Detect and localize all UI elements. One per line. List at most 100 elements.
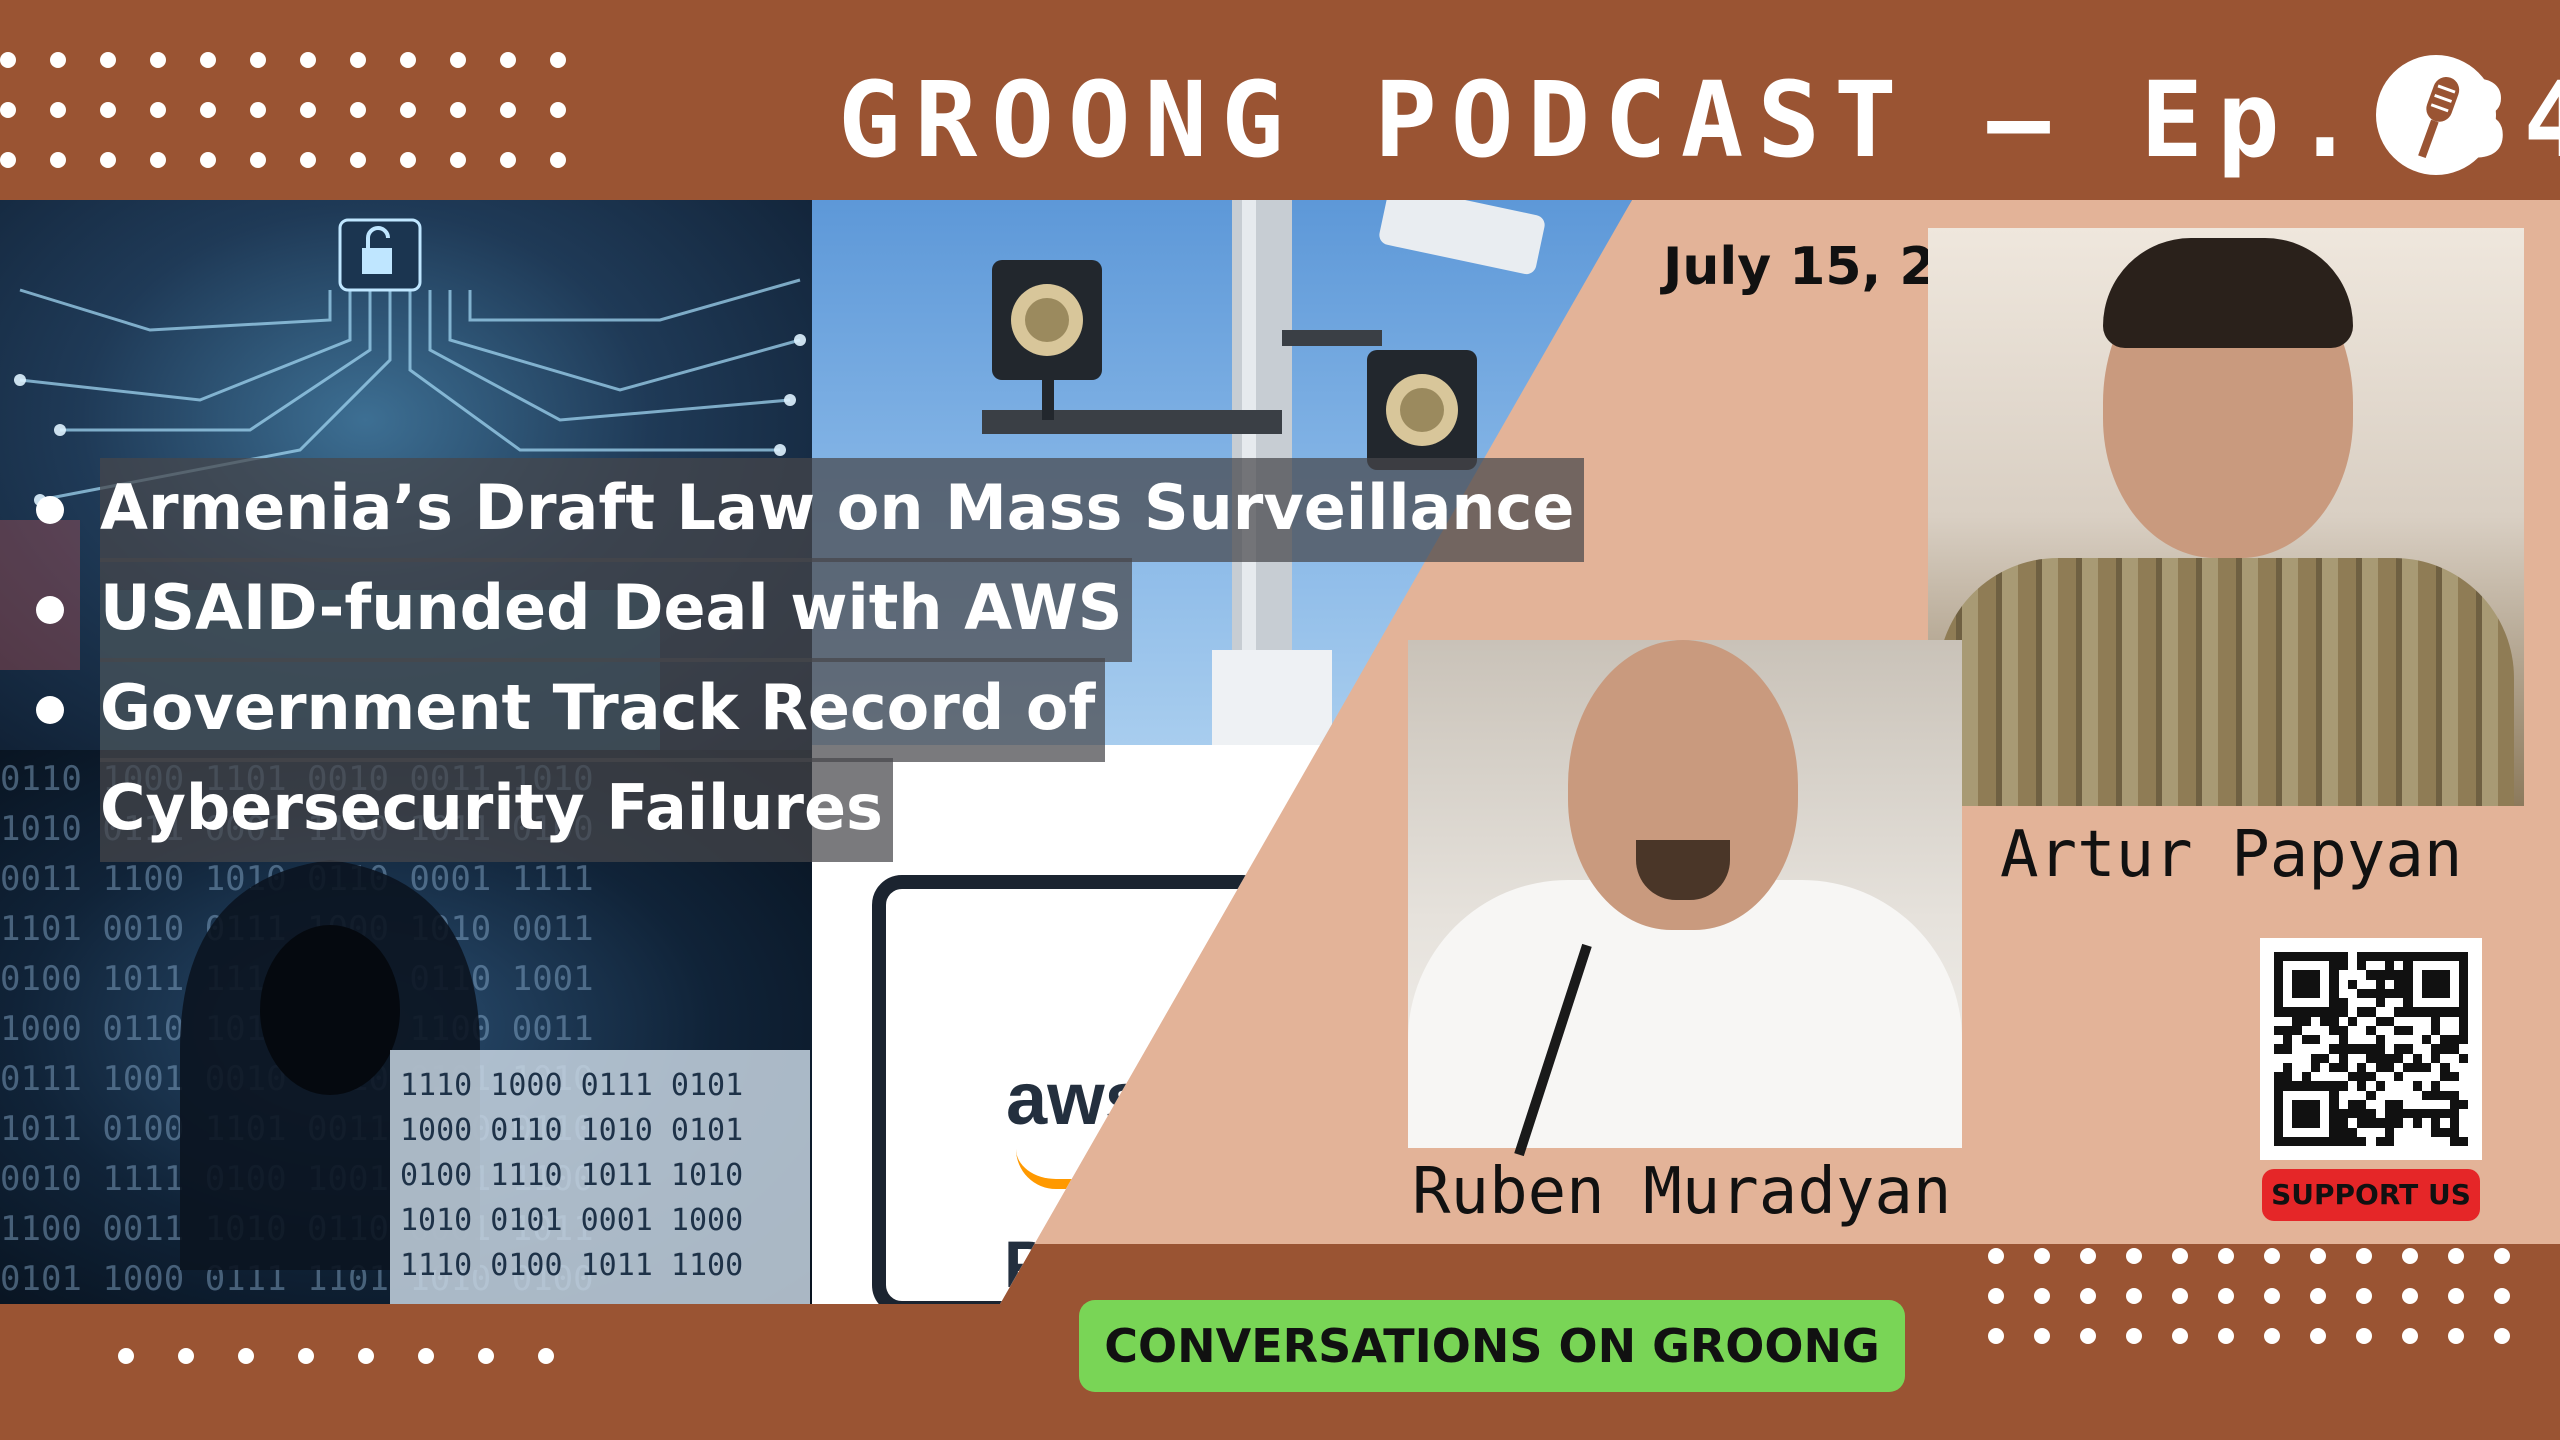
- qr-module: [2412, 1109, 2422, 1119]
- qr-module: [2283, 952, 2293, 962]
- qr-module: [2384, 1081, 2395, 1091]
- qr-module: [2292, 1035, 2302, 1045]
- qr-module: [2310, 961, 2321, 971]
- dot: [1988, 1288, 2004, 1304]
- qr-module: [2310, 1109, 2321, 1119]
- qr-module: [2310, 1016, 2321, 1026]
- qr-module: [2301, 1007, 2311, 1017]
- qr-module: [2274, 1109, 2284, 1119]
- qr-module: [2347, 1072, 2358, 1082]
- qr-module: [2320, 1118, 2330, 1128]
- qr-module: [2329, 1035, 2339, 1045]
- qr-module: [2375, 961, 2385, 971]
- qr-module: [2449, 1025, 2459, 1036]
- qr-code-modules: [2274, 952, 2468, 1146]
- qr-module: [2449, 1072, 2459, 1082]
- qr-module: [2283, 979, 2293, 989]
- qr-module: [2458, 1090, 2468, 1100]
- svg-text:1110 1000 0111 0101: 1110 1000 0111 0101: [400, 1068, 743, 1103]
- qr-module: [2320, 1044, 2330, 1054]
- qr-module: [2347, 1136, 2358, 1146]
- qr-module: [2338, 1062, 2348, 1073]
- qr-module: [2292, 1025, 2302, 1036]
- qr-module: [2329, 1016, 2339, 1026]
- qr-module: [2403, 1109, 2413, 1119]
- qr-module: [2357, 1035, 2367, 1045]
- qr-module: [2283, 1025, 2293, 1036]
- guest-name-ruben: Ruben Muradyan: [1412, 1155, 1952, 1229]
- qr-module: [2375, 998, 2385, 1008]
- qr-module: [2357, 988, 2367, 999]
- qr-module: [2431, 1090, 2441, 1100]
- qr-module: [2347, 1044, 2358, 1054]
- qr-module: [2431, 1099, 2441, 1110]
- qr-module: [2421, 1099, 2432, 1110]
- qr-module: [2375, 952, 2385, 962]
- qr-module: [2394, 1099, 2404, 1110]
- qr-module: [2403, 1007, 2413, 1017]
- qr-module: [2384, 1118, 2395, 1128]
- qr-module: [2458, 1099, 2468, 1110]
- qr-module: [2274, 1044, 2284, 1054]
- qr-module: [2347, 1099, 2358, 1110]
- dot: [450, 102, 466, 118]
- qr-module: [2394, 1090, 2404, 1100]
- qr-module: [2338, 1118, 2348, 1128]
- qr-module: [2440, 1090, 2450, 1100]
- qr-module: [2394, 1007, 2404, 1017]
- qr-module: [2347, 1053, 2358, 1063]
- qr-module: [2403, 952, 2413, 962]
- qr-module: [2292, 952, 2302, 962]
- qr-module: [2347, 988, 2358, 999]
- qr-module: [2329, 1136, 2339, 1146]
- qr-module: [2412, 1044, 2422, 1054]
- qr-module: [2366, 1072, 2376, 1082]
- qr-module: [2403, 1053, 2413, 1063]
- qr-module: [2403, 1127, 2413, 1137]
- support-us-button[interactable]: SUPPORT US: [2262, 1169, 2480, 1221]
- qr-module: [2403, 1090, 2413, 1100]
- qr-module: [2421, 1127, 2432, 1137]
- dot: [450, 52, 466, 68]
- qr-module: [2292, 970, 2302, 980]
- qr-module: [2329, 961, 2339, 971]
- dot: [400, 152, 416, 168]
- qr-module: [2329, 1099, 2339, 1110]
- qr-module: [2375, 1044, 2385, 1054]
- qr-module: [2320, 1007, 2330, 1017]
- qr-module: [2357, 1053, 2367, 1063]
- qr-module: [2329, 1007, 2339, 1017]
- qr-module: [2283, 988, 2293, 999]
- qr-module: [2338, 1109, 2348, 1119]
- qr-module: [2449, 1053, 2459, 1063]
- dot: [2218, 1288, 2234, 1304]
- qr-module: [2301, 1035, 2311, 1045]
- dot: [2126, 1288, 2142, 1304]
- qr-module: [2329, 970, 2339, 980]
- qr-module: [2412, 952, 2422, 962]
- qr-module: [2338, 961, 2348, 971]
- qr-module: [2403, 1016, 2413, 1026]
- qr-module: [2440, 970, 2450, 980]
- qr-module: [2440, 1025, 2450, 1036]
- qr-module: [2403, 1072, 2413, 1082]
- qr-module: [2310, 1118, 2321, 1128]
- dot: [200, 52, 216, 68]
- dot: [2448, 1328, 2464, 1344]
- qr-module: [2292, 979, 2302, 989]
- qr-module: [2394, 1118, 2404, 1128]
- qr-module: [2301, 1118, 2311, 1128]
- qr-module: [2403, 970, 2413, 980]
- dot: [2310, 1288, 2326, 1304]
- qr-code[interactable]: [2260, 938, 2482, 1160]
- qr-module: [2329, 1090, 2339, 1100]
- qr-module: [2347, 998, 2358, 1008]
- qr-module: [2329, 979, 2339, 989]
- qr-module: [2384, 1035, 2395, 1045]
- topic-text: Cybersecurity Failures: [100, 758, 893, 862]
- qr-module: [2274, 1127, 2284, 1137]
- qr-module: [2347, 1007, 2358, 1017]
- qr-module: [2440, 1044, 2450, 1054]
- qr-module: [2431, 1025, 2441, 1036]
- qr-module: [2431, 1127, 2441, 1137]
